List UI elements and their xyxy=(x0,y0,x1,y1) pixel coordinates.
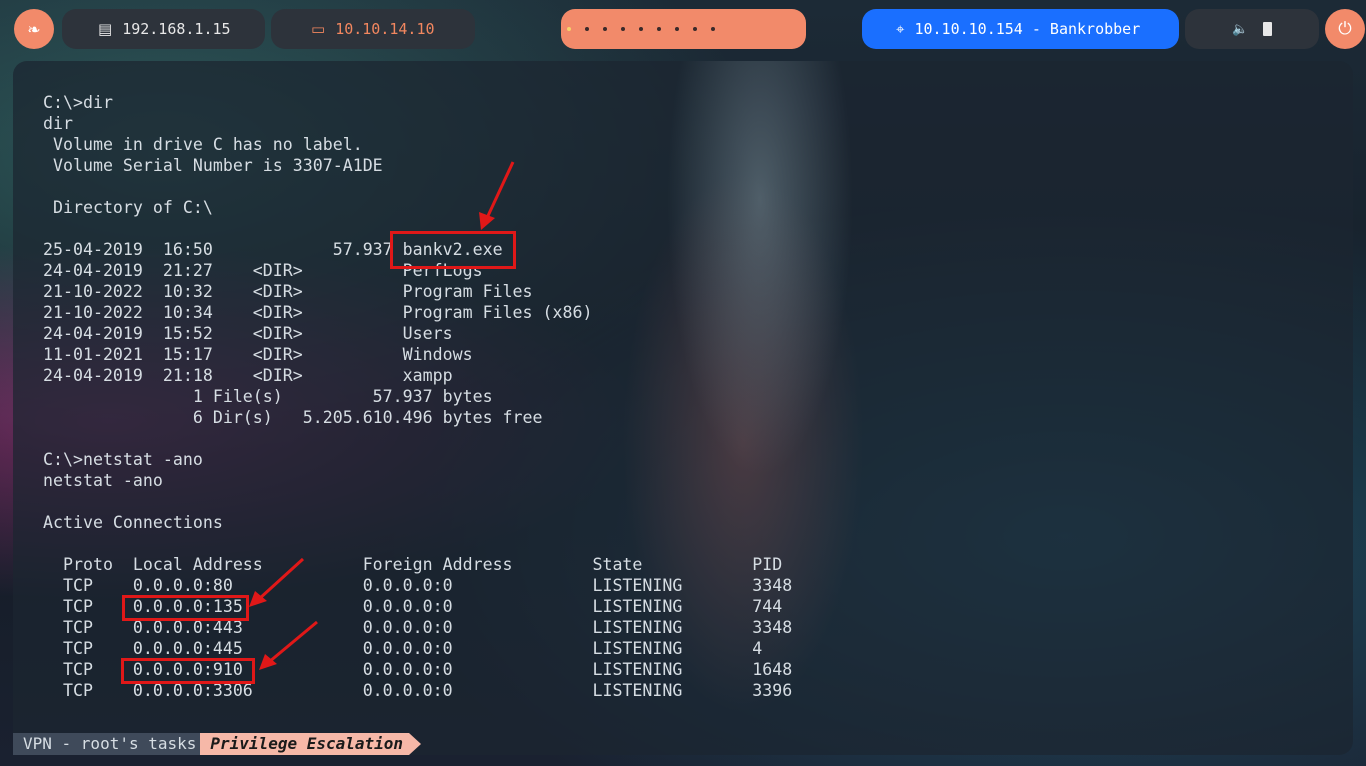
highlight-bankv2-box xyxy=(390,231,516,269)
workspace-indicator[interactable] xyxy=(675,27,679,31)
workspace-indicator[interactable] xyxy=(657,27,661,31)
terminal-line: Proto Local Address Foreign Address Stat… xyxy=(43,555,783,574)
laptop-icon: ▭ xyxy=(311,20,326,38)
workspace-indicator[interactable] xyxy=(639,27,643,31)
terminal-line: 11-01-2021 15:17 <DIR> Windows xyxy=(43,345,473,364)
terminal-line: Volume in drive C has no label. xyxy=(43,135,363,154)
crosshair-icon: ⌖ xyxy=(896,20,905,38)
system-tray[interactable]: 🔈 xyxy=(1185,9,1319,49)
terminal-line: 6 Dir(s) 5.205.610.496 bytes free xyxy=(43,408,543,427)
terminal-line: netstat -ano xyxy=(43,471,163,490)
host-ip-widget[interactable]: ▤ 192.168.1.15 xyxy=(62,9,265,49)
terminal-line: C:\>dir xyxy=(43,93,113,112)
target-widget[interactable]: ⌖ 10.10.10.154 - Bankrobber xyxy=(862,9,1179,49)
workspace-indicator[interactable] xyxy=(621,27,625,31)
host-ip-text: 192.168.1.15 xyxy=(122,20,231,38)
workspaces-widget[interactable] xyxy=(561,9,806,49)
workspace-indicator[interactable] xyxy=(585,27,589,31)
terminal-window[interactable]: C:\>dir dir Volume in drive C has no labe… xyxy=(13,61,1353,755)
terminal-line: 21-10-2022 10:32 <DIR> Program Files xyxy=(43,282,533,301)
vpn-ip-widget[interactable]: ▭ 10.10.14.10 xyxy=(271,9,475,49)
terminal-line: 21-10-2022 10:34 <DIR> Program Files (x8… xyxy=(43,303,593,322)
terminal-line: Directory of C:\ xyxy=(43,198,213,217)
terminal-line: 24-04-2019 21:18 <DIR> xampp xyxy=(43,366,453,385)
power-button[interactable]: ⏻ xyxy=(1325,9,1365,49)
vpn-ip-text: 10.10.14.10 xyxy=(335,20,435,38)
workspace-indicator[interactable] xyxy=(603,27,607,31)
workspace-indicator[interactable] xyxy=(567,27,571,31)
terminal-line: TCP 0.0.0.0:445 0.0.0.0:0 LISTENING 4 xyxy=(43,639,763,658)
session-name[interactable]: VPN - root's tasks xyxy=(13,733,201,755)
workspace-dots xyxy=(561,27,715,31)
volume-icon[interactable]: 🔈 xyxy=(1232,22,1248,37)
monitor-icon: ▤ xyxy=(98,20,113,38)
terminal-line: dir xyxy=(43,114,73,133)
kali-dragon-icon: ❧ xyxy=(27,19,41,39)
power-icon: ⏻ xyxy=(1338,19,1352,39)
active-window-name[interactable]: Privilege Escalation xyxy=(200,733,421,755)
terminal-line: Active Connections xyxy=(43,513,223,532)
highlight-port-135-box xyxy=(122,595,249,621)
terminal-line: TCP 0.0.0.0:80 0.0.0.0:0 LISTENING 3348 xyxy=(43,576,793,595)
highlight-port-910-box xyxy=(121,658,255,684)
tmux-status-bar: VPN - root's tasks Privilege Escalation xyxy=(13,733,421,755)
terminal-line: Volume Serial Number is 3307-A1DE xyxy=(43,156,383,175)
terminal-line: C:\>netstat -ano xyxy=(43,450,203,469)
battery-icon[interactable] xyxy=(1262,22,1272,36)
terminal-line: 24-04-2019 15:52 <DIR> Users xyxy=(43,324,453,343)
workspace-indicator[interactable] xyxy=(693,27,697,31)
workspace-indicator[interactable] xyxy=(711,27,715,31)
kali-menu-button[interactable]: ❧ xyxy=(14,9,54,49)
target-text: 10.10.10.154 - Bankrobber xyxy=(914,20,1141,38)
terminal-line: 1 File(s) 57.937 bytes xyxy=(43,387,493,406)
